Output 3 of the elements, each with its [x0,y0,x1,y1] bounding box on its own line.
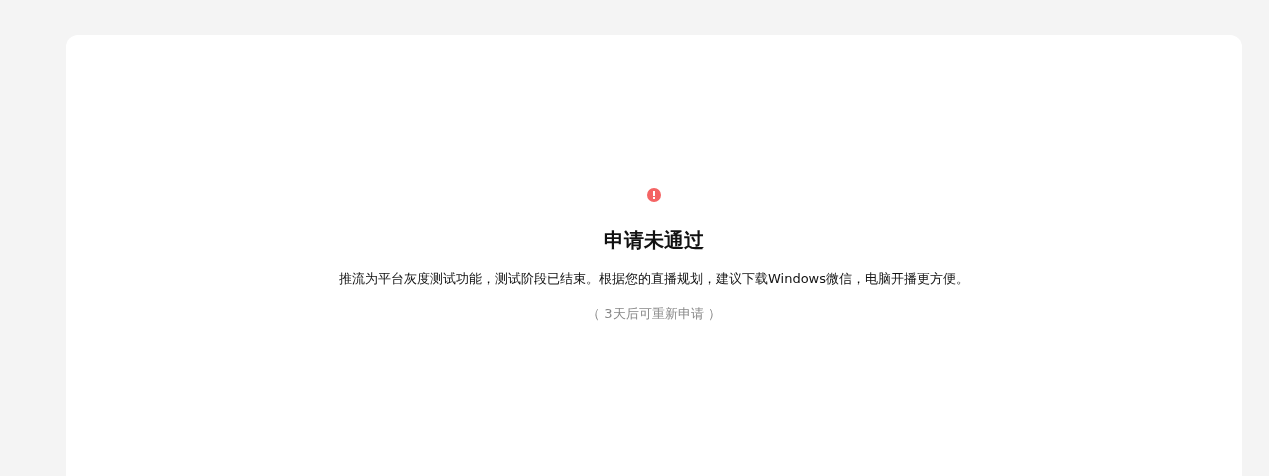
result-title: 申请未通过 [604,227,704,254]
result-message: 推流为平台灰度测试功能，测试阶段已结束。根据您的直播规划，建议下载Windows微信，电脑开播更方便。 [339,270,969,288]
retry-note: （ 3天后可重新申请 ） [587,305,721,323]
